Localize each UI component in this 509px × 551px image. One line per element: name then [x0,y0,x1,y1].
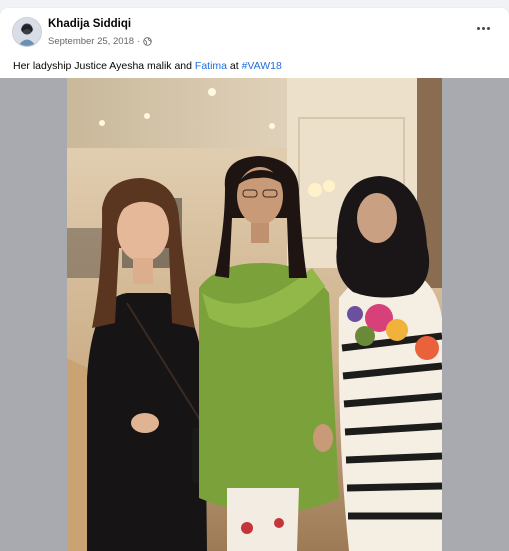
caption-text-middle: at [227,60,242,72]
tagged-person-link[interactable]: Fatima [195,60,227,72]
globe-icon[interactable] [143,37,152,46]
more-options-button[interactable] [471,18,495,38]
meta-separator: · [137,36,141,47]
post-timestamp[interactable]: September 25, 2018 [48,36,134,47]
caption-text: Her ladyship Justice Ayesha malik and [13,60,195,72]
author-name[interactable]: Khadija Siddiqi [48,18,131,30]
post-media [0,78,509,551]
author-avatar[interactable] [12,17,42,47]
post-header: Khadija Siddiqi September 25, 2018 · [0,8,509,52]
post-photo[interactable] [67,78,442,551]
hashtag-link[interactable]: #VAW18 [242,60,282,72]
post-meta: September 25, 2018 · [48,36,152,47]
post-card: Khadija Siddiqi September 25, 2018 · Her… [0,8,509,551]
more-horizontal-icon [476,26,480,30]
facebook-feed: Khadija Siddiqi September 25, 2018 · Her… [0,0,509,551]
post-caption: Her ladyship Justice Ayesha malik and Fa… [13,60,282,72]
